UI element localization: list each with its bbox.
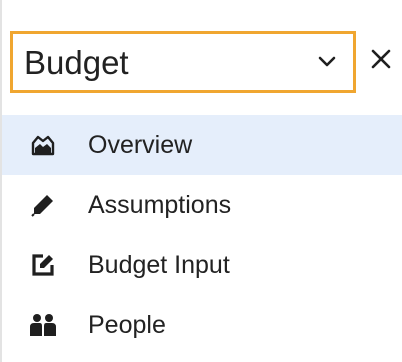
nav-item-label: Overview xyxy=(88,130,193,159)
nav-item-people[interactable]: People xyxy=(2,295,402,355)
nav-item-label: People xyxy=(88,310,166,339)
nav-item-budget-input[interactable]: Budget Input xyxy=(2,235,402,295)
nav-item-label: Assumptions xyxy=(88,190,232,219)
people-icon xyxy=(29,311,57,339)
close-icon xyxy=(370,48,392,75)
navigation-menu: Overview Assumptions Budget Input People xyxy=(2,115,402,355)
pencil-icon xyxy=(29,191,57,219)
nav-item-assumptions[interactable]: Assumptions xyxy=(2,175,402,235)
close-button[interactable] xyxy=(364,44,398,78)
nav-item-label: Budget Input xyxy=(88,250,230,279)
chevron-down-icon xyxy=(316,51,338,73)
nav-item-overview[interactable]: Overview xyxy=(2,115,402,175)
budget-selector-label: Budget xyxy=(24,43,129,81)
budget-selector-dropdown[interactable]: Budget xyxy=(10,31,356,93)
overview-icon xyxy=(29,131,57,159)
edit-icon xyxy=(29,251,57,279)
